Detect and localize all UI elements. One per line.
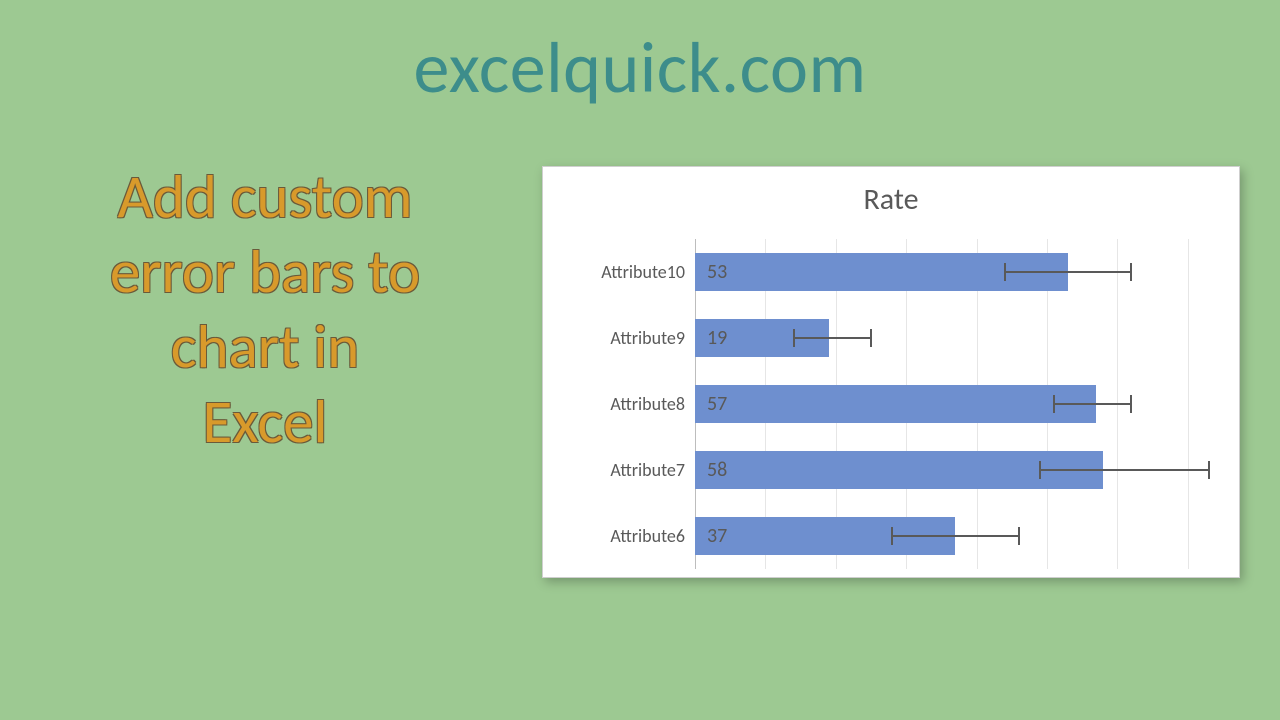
chart-row: Attribute6 37	[559, 503, 1223, 569]
bar-track: 19	[695, 305, 1223, 371]
error-bar-line	[1040, 469, 1209, 471]
bar-track: 58	[695, 437, 1223, 503]
bar-track: 53	[695, 239, 1223, 305]
error-bar-line	[1054, 403, 1131, 405]
error-bar-cap	[870, 329, 872, 347]
bar: 57	[695, 385, 1096, 423]
data-label: 53	[707, 260, 727, 284]
bar-track: 57	[695, 371, 1223, 437]
y-tick-label: Attribute10	[559, 261, 695, 283]
y-tick-label: Attribute8	[559, 393, 695, 415]
data-label: 58	[707, 458, 727, 482]
error-bar-cap	[1039, 461, 1041, 479]
site-title: excelquick.com	[0, 24, 1280, 112]
data-label: 37	[707, 524, 727, 548]
error-bar-cap	[1130, 395, 1132, 413]
bar-track: 37	[695, 503, 1223, 569]
headline: Add custom error bars to chart in Excel	[0, 160, 530, 460]
error-bar-cap	[1130, 263, 1132, 281]
y-tick-label: Attribute9	[559, 327, 695, 349]
plot-area: Attribute1053Attribute919Attribute857Att…	[559, 239, 1223, 569]
chart-title: Rate	[543, 181, 1239, 218]
error-bar-cap	[891, 527, 893, 545]
headline-line: chart in	[171, 310, 360, 384]
slide-canvas: excelquick.com Add custom error bars to …	[0, 0, 1280, 720]
error-bar-line	[892, 535, 1019, 537]
headline-line: Excel	[203, 385, 328, 459]
error-bar-cap	[1208, 461, 1210, 479]
data-label: 57	[707, 392, 727, 416]
error-bar-cap	[1053, 395, 1055, 413]
y-tick-label: Attribute7	[559, 459, 695, 481]
error-bar-cap	[1018, 527, 1020, 545]
chart-row: Attribute7 58	[559, 437, 1223, 503]
y-tick-label: Attribute6	[559, 525, 695, 547]
chart-row: Attribute9 19	[559, 305, 1223, 371]
error-bar-line	[794, 337, 871, 339]
chart-card: Rate Attribute10 53 Attribute9 19 Attribute8…	[542, 166, 1240, 578]
headline-line: error bars to	[110, 235, 420, 309]
error-bar-cap	[793, 329, 795, 347]
headline-line: Add custom	[118, 160, 413, 234]
chart-row: Attribute10 53	[559, 239, 1223, 305]
data-label: 19	[707, 326, 727, 350]
error-bar-line	[1005, 271, 1132, 273]
error-bar-cap	[1004, 263, 1006, 281]
chart-row: Attribute8 57	[559, 371, 1223, 437]
